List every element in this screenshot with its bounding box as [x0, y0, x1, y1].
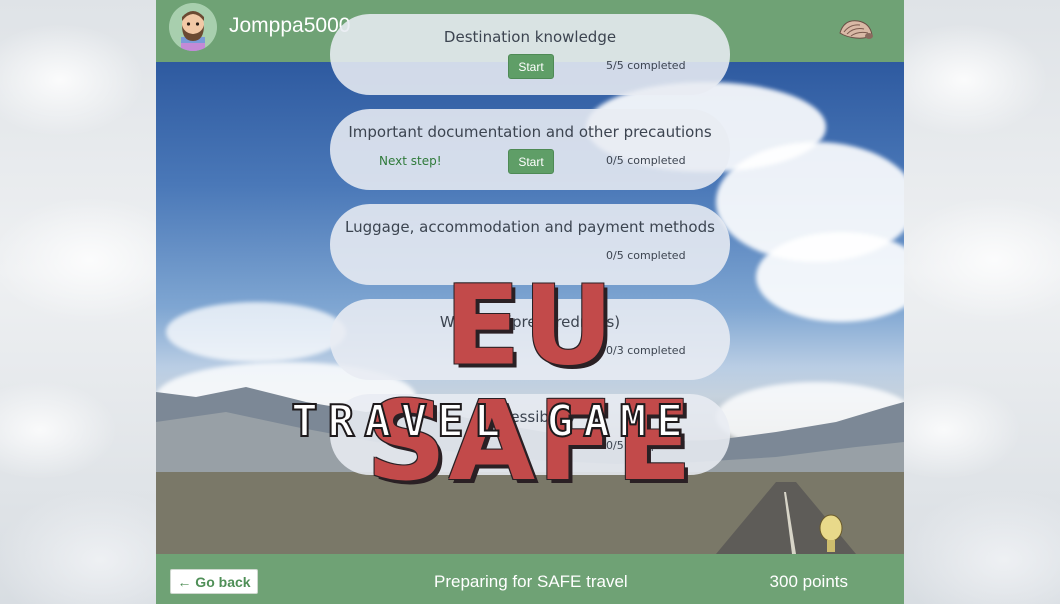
category-title: Luggage, accommodation and payment metho…: [345, 218, 715, 236]
next-step-label: Next step!: [379, 154, 442, 168]
shell-icon[interactable]: [838, 15, 876, 43]
category-card-accessibility: Accessibility 0/5 completed: [330, 394, 730, 475]
category-card-luggage: Luggage, accommodation and payment metho…: [330, 204, 730, 285]
category-list: Destination knowledge Start 5/5 complete…: [330, 14, 730, 489]
egg-character-icon: [819, 514, 843, 552]
category-title: Destination knowledge: [443, 28, 617, 46]
category-card-destination-knowledge: Destination knowledge Start 5/5 complete…: [330, 14, 730, 95]
start-button[interactable]: Start: [508, 149, 554, 174]
category-title: Important documentation and other precau…: [348, 123, 712, 141]
category-card-what-if: What if? (preparedness) 0/3 completed: [330, 299, 730, 380]
category-title: Accessibility: [483, 408, 577, 426]
category-progress: 0/5 completed: [606, 249, 686, 262]
game-window: Jomppa5000 Destination knowledge Start 5…: [156, 0, 904, 604]
footer-title: Preparing for SAFE travel: [434, 572, 628, 591]
bearded-man-avatar-icon[interactable]: [169, 3, 217, 51]
category-card-documentation: Important documentation and other precau…: [330, 109, 730, 190]
category-progress: 5/5 completed: [606, 59, 686, 72]
left-background-clouds: [0, 0, 156, 604]
category-progress: 0/3 completed: [606, 344, 686, 357]
start-button[interactable]: Start: [508, 54, 554, 79]
category-title: What if? (preparedness): [439, 313, 621, 331]
category-progress: 0/5 completed: [606, 154, 686, 167]
points-counter: 300 points: [769, 572, 848, 591]
go-back-button[interactable]: ← Go back: [170, 569, 258, 594]
right-background-clouds: [904, 0, 1060, 604]
bottom-bar: ← Go back Preparing for SAFE travel 300 …: [156, 554, 904, 604]
category-progress: 0/5 completed: [606, 439, 686, 452]
